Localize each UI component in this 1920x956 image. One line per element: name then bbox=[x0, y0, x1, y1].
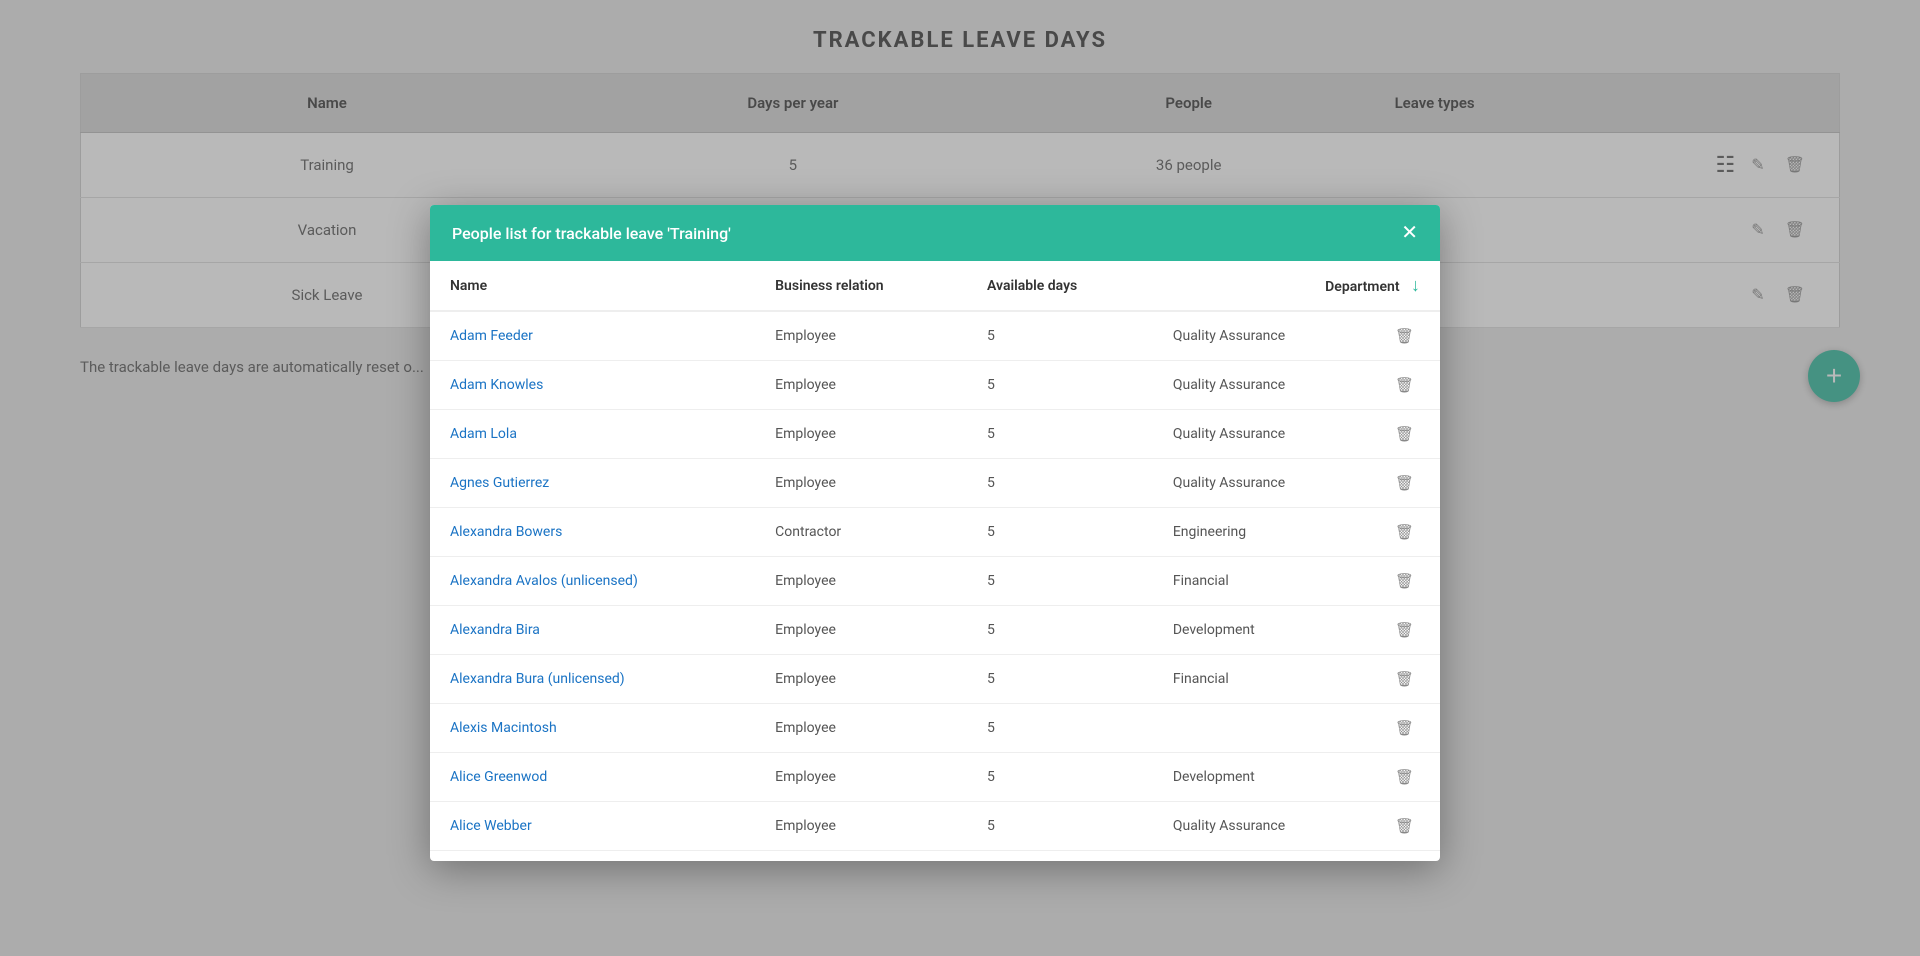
person-name[interactable]: Alexandra Bura (unlicensed) bbox=[430, 655, 755, 704]
modal-table-row: Alexandra BowersContractor5Engineering🗑 bbox=[430, 508, 1440, 557]
modal-table-header-row: Name Business relation Available days De… bbox=[430, 261, 1440, 311]
person-department: Quality Assurance🗑 bbox=[1153, 312, 1440, 360]
modal-table-row: Adam LolaEmployee5Quality Assurance🗑 bbox=[430, 410, 1440, 459]
person-name[interactable]: Alexandra Bira bbox=[430, 606, 755, 655]
person-relation: Employee bbox=[755, 459, 967, 508]
modal-title: People list for trackable leave 'Trainin… bbox=[452, 224, 731, 243]
people-list-modal: People list for trackable leave 'Trainin… bbox=[430, 205, 1440, 861]
person-available-days: 5 bbox=[967, 557, 1153, 606]
person-name[interactable]: Alice Webber bbox=[430, 802, 755, 851]
person-department: Quality Assurance🗑 bbox=[1153, 410, 1440, 458]
person-department: Engineering🗑 bbox=[1153, 508, 1440, 556]
person-available-days: 5 bbox=[967, 459, 1153, 508]
person-relation: Employee bbox=[755, 606, 967, 655]
person-name[interactable]: Alexandra Avalos (unlicensed) bbox=[430, 557, 755, 606]
person-department: Financial🗑 bbox=[1153, 557, 1440, 605]
modal-table-row: Adam KnowlesEmployee5Quality Assurance🗑 bbox=[430, 361, 1440, 410]
person-available-days: 5 bbox=[967, 508, 1153, 557]
person-available-days: 5 bbox=[967, 311, 1153, 361]
modal-delete-button[interactable]: 🗑 bbox=[1389, 815, 1420, 837]
modal-table: Name Business relation Available days De… bbox=[430, 261, 1440, 861]
download-icon[interactable]: ↓ bbox=[1411, 275, 1420, 296]
person-available-days: 5 bbox=[967, 606, 1153, 655]
person-available-days: 5 bbox=[967, 361, 1153, 410]
person-relation: Employee bbox=[755, 655, 967, 704]
modal-table-row: Adam FeederEmployee5Quality Assurance🗑 bbox=[430, 311, 1440, 361]
person-relation: Employee bbox=[755, 410, 967, 459]
person-name[interactable]: Alexandra Bowers bbox=[430, 508, 755, 557]
modal-table-row: Alice GreenwodEmployee5Development🗑 bbox=[430, 753, 1440, 802]
person-name[interactable]: Adam Knowles bbox=[430, 361, 755, 410]
person-department: Quality Assurance🗑 bbox=[1153, 361, 1440, 409]
modal-close-button[interactable]: ✕ bbox=[1401, 223, 1418, 243]
person-relation: Employee bbox=[755, 557, 967, 606]
person-department: 🗑 bbox=[1153, 704, 1440, 752]
person-name[interactable]: Adam Feeder bbox=[430, 311, 755, 361]
modal-col-available-days: Available days bbox=[967, 261, 1153, 311]
person-relation: Employee bbox=[755, 851, 967, 862]
person-available-days: 5 bbox=[967, 802, 1153, 851]
person-name[interactable]: Anderson Smith bbox=[430, 851, 755, 862]
modal-delete-button[interactable]: 🗑 bbox=[1389, 570, 1420, 592]
modal-delete-button[interactable]: 🗑 bbox=[1389, 325, 1420, 347]
modal-col-department: Department ↓ bbox=[1153, 261, 1440, 311]
modal-delete-button[interactable]: 🗑 bbox=[1389, 766, 1420, 788]
person-department: Development🗑 bbox=[1153, 606, 1440, 654]
modal-delete-button[interactable]: 🗑 bbox=[1389, 374, 1420, 396]
person-available-days: 5 bbox=[967, 704, 1153, 753]
person-department: Quality Assurance🗑 bbox=[1153, 459, 1440, 507]
person-name[interactable]: Adam Lola bbox=[430, 410, 755, 459]
person-name[interactable]: Alexis Macintosh bbox=[430, 704, 755, 753]
person-available-days: 5 bbox=[967, 410, 1153, 459]
modal-delete-button[interactable]: 🗑 bbox=[1389, 619, 1420, 641]
modal-table-row: Alexandra Avalos (unlicensed)Employee5Fi… bbox=[430, 557, 1440, 606]
modal-delete-button[interactable]: 🗑 bbox=[1389, 521, 1420, 543]
modal-table-wrapper[interactable]: Name Business relation Available days De… bbox=[430, 261, 1440, 861]
person-available-days: 5 bbox=[967, 655, 1153, 704]
person-available-days: 5 bbox=[967, 851, 1153, 862]
person-relation: Employee bbox=[755, 753, 967, 802]
page-background: TRACKABLE LEAVE DAYS Name Days per year … bbox=[0, 0, 1920, 956]
person-department: Quality Assurance🗑 bbox=[1153, 802, 1440, 850]
modal-col-name: Name bbox=[430, 261, 755, 311]
modal-table-row: Agnes GutierrezEmployee5Quality Assuranc… bbox=[430, 459, 1440, 508]
modal-header: People list for trackable leave 'Trainin… bbox=[430, 205, 1440, 261]
modal-table-row: Alexis MacintoshEmployee5 🗑 bbox=[430, 704, 1440, 753]
person-department: Project management🗑 bbox=[1153, 851, 1440, 861]
modal-delete-button[interactable]: 🗑 bbox=[1389, 423, 1420, 445]
person-available-days: 5 bbox=[967, 753, 1153, 802]
person-relation: Employee bbox=[755, 704, 967, 753]
person-name[interactable]: Agnes Gutierrez bbox=[430, 459, 755, 508]
person-relation: Employee bbox=[755, 802, 967, 851]
person-department: Development🗑 bbox=[1153, 753, 1440, 801]
person-department: Financial🗑 bbox=[1153, 655, 1440, 703]
person-relation: Contractor bbox=[755, 508, 967, 557]
modal-delete-button[interactable]: 🗑 bbox=[1389, 668, 1420, 690]
modal-table-row: Anderson SmithEmployee5Project managemen… bbox=[430, 851, 1440, 862]
modal-col-business-relation: Business relation bbox=[755, 261, 967, 311]
modal-delete-button[interactable]: 🗑 bbox=[1389, 717, 1420, 739]
modal-table-row: Alexandra Bura (unlicensed)Employee5Fina… bbox=[430, 655, 1440, 704]
person-relation: Employee bbox=[755, 361, 967, 410]
person-name[interactable]: Alice Greenwod bbox=[430, 753, 755, 802]
modal-delete-button[interactable]: 🗑 bbox=[1389, 472, 1420, 494]
person-relation: Employee bbox=[755, 311, 967, 361]
modal-table-row: Alexandra BiraEmployee5Development🗑 bbox=[430, 606, 1440, 655]
modal-table-row: Alice WebberEmployee5Quality Assurance🗑 bbox=[430, 802, 1440, 851]
